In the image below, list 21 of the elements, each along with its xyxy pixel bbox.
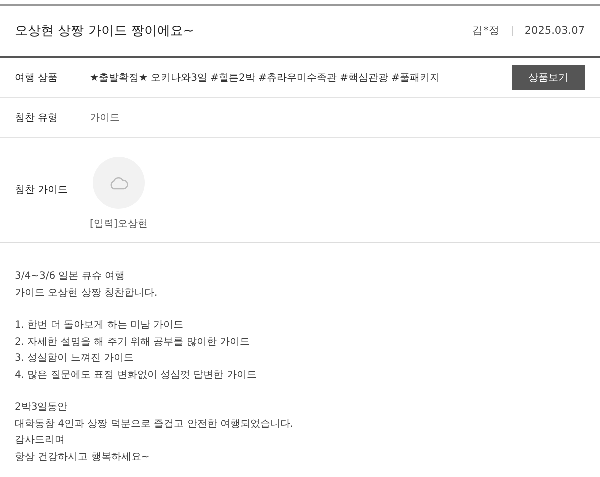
author-name: 김*정	[472, 24, 500, 38]
cloud-icon	[108, 176, 129, 190]
review-text-line: 가이드 오상현 상짱 칭찬합니다.	[15, 286, 159, 300]
field-value: 가이드	[90, 112, 121, 124]
review-text-line: 3/4~3/6 일본 큐슈 여행	[15, 270, 126, 284]
review-text-line: 3. 성실함이 느껴진 가이드	[15, 352, 136, 366]
field-label: 여행 상품	[15, 72, 60, 84]
review-text-line: 대학동창 4인과 상짱 덕분으로 즐겁고 안전한 여행되었습니다.	[15, 418, 295, 432]
review-text-line: 1. 한번 더 돌아보게 하는 미남 가이드	[15, 319, 185, 333]
product-name: ★출발확정★ 오키나와3일 #힐튼2박 #츄라우미수족관 #핵심관광 #풀패키지	[90, 72, 442, 84]
review-text-line: 2박3일동안	[15, 401, 69, 415]
view-product-button[interactable]: 상품보기	[512, 65, 585, 90]
field-label: 칭찬 유형	[15, 112, 60, 124]
field-label: 칭찬 가이드	[15, 184, 70, 197]
review-text-line: 감사드리며	[15, 434, 66, 448]
guide-name: [입력]오상현	[90, 218, 148, 231]
review-text-line: 항상 건강하시고 행복하세요~	[15, 450, 151, 464]
review-date: 2025.03.07	[524, 25, 585, 37]
review-title: 오상현 상짱 가이드 짱이에요~	[15, 23, 196, 40]
review-text-line: 2. 자세한 설명을 해 주기 위해 공부를 많이한 가이드	[15, 336, 251, 350]
review-text-line: 4. 많은 질문에도 표정 변화없이 성심껏 답변한 가이드	[15, 368, 258, 382]
